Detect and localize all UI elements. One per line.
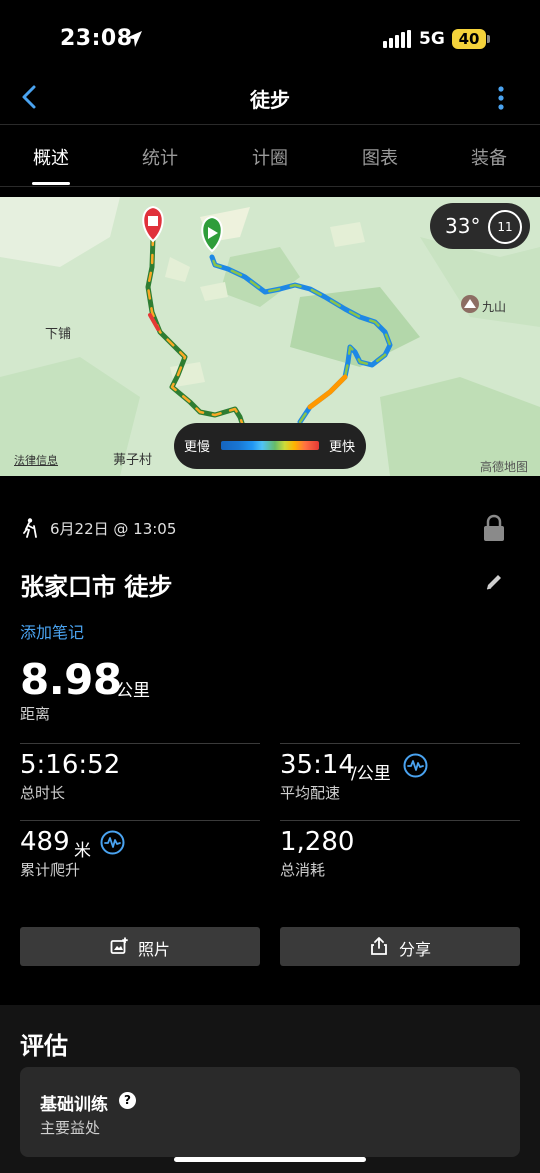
tab-stats[interactable]: 统计 <box>110 144 210 170</box>
elevation-chart-icon[interactable] <box>100 830 125 855</box>
distance-label: 距离 <box>20 705 51 723</box>
pace-gradient-bar <box>221 441 319 450</box>
distance-unit: 公里 <box>116 681 150 701</box>
pace-chart-icon[interactable] <box>403 753 428 778</box>
stat-divider <box>280 743 520 744</box>
tabs-divider <box>0 186 540 187</box>
tab-overview[interactable]: 概述 <box>1 144 101 170</box>
map-label-village-b: 茀子村 <box>113 453 153 468</box>
wind-speed-icon: 11 <box>488 210 522 244</box>
network-type: 5G <box>419 29 445 49</box>
tab-gear[interactable]: 装备 <box>439 144 539 170</box>
activity-title: 张家口市 徒步 <box>20 573 173 601</box>
more-options-icon[interactable] <box>493 84 509 112</box>
avg-pace-value: 35:14 <box>280 750 355 780</box>
training-effect-subtitle: 主要益处 <box>40 1119 101 1137</box>
evaluation-title: 评估 <box>20 1032 68 1060</box>
tab-bar: 概述 统计 计圈 图表 装备 <box>0 128 540 186</box>
map-label-mountain: 九山 <box>482 300 507 314</box>
total-time-label: 总时长 <box>20 784 66 802</box>
status-bar: 23:08 5G 40 <box>0 0 540 78</box>
battery-icon: 40 <box>452 29 486 49</box>
map-label-village-a: 下铺 <box>45 327 72 342</box>
battery-tip <box>487 35 490 43</box>
photos-button[interactable]: 照片 <box>20 927 260 966</box>
pace-legend: 更慢 更快 <box>174 423 366 469</box>
calories-value: 1,280 <box>280 827 355 857</box>
cellular-signal-icon <box>383 30 411 48</box>
ascent-unit: 米 <box>74 841 91 861</box>
mountain-peak-icon <box>461 295 479 313</box>
nav-header: 徒步 <box>0 78 540 124</box>
weather-badge: 33° 11 <box>430 203 530 249</box>
training-effect-title: 基础训练 <box>40 1095 108 1115</box>
legend-slow-label: 更慢 <box>184 440 211 455</box>
stat-divider <box>20 743 260 744</box>
calories-label: 总消耗 <box>280 861 326 879</box>
photos-label: 照片 <box>138 940 171 959</box>
status-time: 23:08 <box>60 26 133 51</box>
training-effect-card[interactable]: 基础训练 ? 主要益处 <box>20 1067 520 1157</box>
active-tab-indicator <box>32 182 70 185</box>
activity-date: 6月22日 @ 13:05 <box>50 520 177 538</box>
battery-level: 40 <box>458 30 480 48</box>
location-arrow-icon <box>126 31 142 47</box>
stat-divider <box>280 820 520 821</box>
ascent-value: 489 <box>20 827 70 857</box>
ascent-label: 累计爬升 <box>20 861 81 879</box>
page-title: 徒步 <box>250 88 290 112</box>
avg-pace-unit: /公里 <box>351 764 391 784</box>
total-time-value: 5:16:52 <box>20 750 121 780</box>
share-button[interactable]: 分享 <box>280 927 520 966</box>
help-question-icon[interactable]: ? <box>119 1092 136 1109</box>
route-map[interactable]: 下铺 茀子村 九山 法律信息 高德地图 33° 11 更慢 更快 <box>0 197 540 476</box>
avg-pace-label: 平均配速 <box>280 784 341 802</box>
hiking-icon <box>23 518 37 538</box>
distance-value: 8.98 <box>20 655 122 704</box>
header-divider <box>0 124 540 125</box>
map-provider-logo: 高德地图 <box>480 460 529 474</box>
edit-pencil-icon[interactable] <box>484 572 504 592</box>
legend-fast-label: 更快 <box>329 440 356 455</box>
privacy-lock-icon[interactable] <box>483 514 505 542</box>
map-legal-link[interactable]: 法律信息 <box>14 452 58 468</box>
home-indicator[interactable] <box>174 1157 366 1162</box>
share-label: 分享 <box>399 940 432 959</box>
stat-divider <box>20 820 260 821</box>
wind-speed: 11 <box>497 220 513 234</box>
share-icon <box>371 937 387 955</box>
tab-charts[interactable]: 图表 <box>330 144 430 170</box>
tab-laps[interactable]: 计圈 <box>220 144 320 170</box>
temperature: 33° <box>445 214 481 238</box>
add-photo-icon <box>110 937 128 954</box>
activity-meta: 6月22日 @ 13:05 <box>20 516 520 540</box>
add-note-link[interactable]: 添加笔记 <box>20 619 84 643</box>
